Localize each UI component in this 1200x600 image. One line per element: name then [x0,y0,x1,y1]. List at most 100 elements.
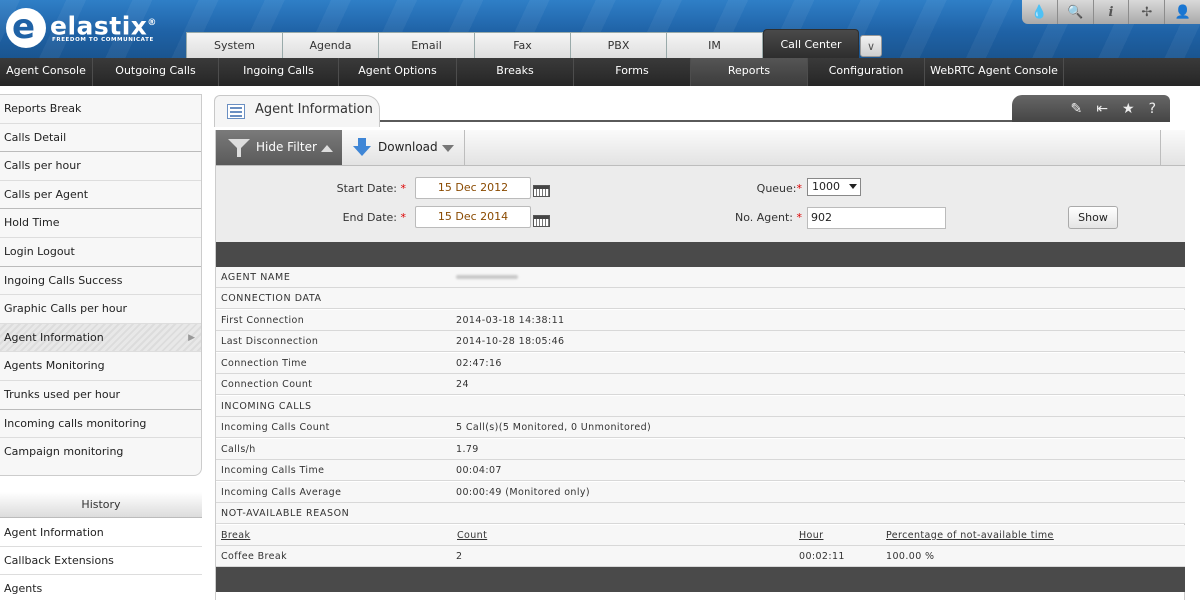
section-title: INCOMING CALLS [221,400,312,412]
row-value: 00:00:49 (Monitored only) [456,486,590,498]
column-header-percentage[interactable]: Percentage of not-available time [886,530,1054,541]
panel-title-tab: Agent Information [214,95,380,127]
agent-name-redacted [456,275,518,279]
agent-label: No. Agent: * [734,211,802,224]
edit-icon[interactable]: ✎ [1071,101,1083,117]
hide-filter-label: Hide Filter [256,140,317,154]
agent-input[interactable]: 902 [807,207,946,229]
sidebar-item-trunks-used-per-hour[interactable]: Trunks used per hour [0,380,201,410]
queue-label: Queue:* [756,182,802,195]
history-list: Agent Information Callback Extensions Ag… [0,519,202,600]
sidebar-item-login-logout[interactable]: Login Logout [0,237,201,267]
table-row: Incoming Calls Average 00:00:49 (Monitor… [216,481,1185,503]
report-toolbar: Hide Filter Download [216,130,1185,166]
download-icon [353,138,371,156]
queue-select-value: 1000 [812,180,840,193]
tab-im[interactable]: IM [666,32,763,58]
table-row: Connection Count 24 [216,374,1185,396]
sidebar-item-incoming-calls-monitoring[interactable]: Incoming calls monitoring [0,409,201,439]
break-table-header: Break Count Hour Percentage of not-avail… [216,524,1185,546]
section-incoming-calls: INCOMING CALLS [216,395,1185,417]
tab-email[interactable]: Email [378,32,475,58]
table-row: Incoming Calls Count 5 Call(s)(5 Monitor… [216,417,1185,439]
section-not-available-reason: NOT-AVAILABLE REASON [216,503,1185,525]
caret-down-icon [442,145,454,152]
row-label: Calls/h [221,443,256,455]
row-value: 02:47:16 [456,357,502,369]
elastix-logo[interactable]: e elastix® FREEDOM TO COMMUNICATE [6,6,166,54]
row-value: 5 Call(s)(5 Monitored, 0 Unmonitored) [456,422,652,433]
history-item-agents[interactable]: Agents [0,575,202,600]
calendar-icon[interactable] [533,215,550,227]
section-title: NOT-AVAILABLE REASON [221,508,350,519]
sidebar-item-graphic-calls-per-hour[interactable]: Graphic Calls per hour [0,295,201,324]
module-navbar: Agent Console Outgoing Calls Ingoing Cal… [0,58,1200,86]
tab-agenda[interactable]: Agenda [282,32,379,58]
nav-agent-console[interactable]: Agent Console [0,58,93,86]
drop-icon[interactable]: 💧 [1022,0,1057,24]
tab-system[interactable]: System [186,32,283,58]
sidebar-item-calls-per-agent[interactable]: Calls per Agent [0,180,201,210]
tab-fax[interactable]: Fax [474,32,571,58]
sidebar-item-campaign-monitoring[interactable]: Campaign monitoring [0,438,201,467]
logo-tagline: FREEDOM TO COMMUNICATE [52,37,154,43]
section-connection-data: CONNECTION DATA [216,288,1185,310]
sidebar-item-calls-per-hour[interactable]: Calls per hour [0,152,201,181]
download-button[interactable]: Download [343,130,465,165]
table-row: Last Disconnection 2014-10-28 18:05:46 [216,331,1185,353]
nav-reports[interactable]: Reports [691,58,808,86]
nav-webrtc-agent-console[interactable]: WebRTC Agent Console [925,58,1064,86]
tab-call-center[interactable]: Call Center [763,29,859,58]
sidebar-item-reports-break[interactable]: Reports Break [0,95,201,124]
history-item-agent-information[interactable]: Agent Information [0,519,202,547]
agent-name-row: AGENT NAME [216,267,1185,289]
more-tabs-button[interactable]: ∨ [860,35,882,57]
row-value: 00:04:07 [456,465,502,476]
star-icon[interactable]: ★ [1122,101,1135,117]
info-icon[interactable]: i [1092,0,1129,24]
show-button[interactable]: Show [1068,206,1118,229]
break-percentage: 100.00 % [886,551,935,562]
reports-sidebar: Reports Break Calls Detail Calls per hou… [0,94,202,476]
tab-pbx[interactable]: PBX [570,32,667,58]
puzzle-icon[interactable]: ✢ [1128,0,1164,24]
hide-filter-button[interactable]: Hide Filter [216,130,342,165]
user-icon[interactable]: 👤 [1164,0,1200,24]
top-icon-bar: 💧 🔍 i ✢ 👤 [1022,0,1200,24]
start-date-input[interactable]: 15 Dec 2012 [415,177,531,199]
chevron-down-icon: ∨ [866,39,876,53]
column-header-break[interactable]: Break [221,530,250,541]
module-tabs: System Agenda Email Fax PBX IM Call Cent… [186,29,882,58]
break-count: 2 [456,551,463,562]
sidebar-item-agents-monitoring[interactable]: Agents Monitoring [0,352,201,381]
calendar-icon[interactable] [533,185,550,197]
nav-forms[interactable]: Forms [574,58,691,86]
sidebar-item-agent-information[interactable]: Agent Information ▶ [0,323,201,353]
row-value: 2014-10-28 18:05:46 [456,336,565,347]
app-header: e elastix® FREEDOM TO COMMUNICATE System… [0,0,1200,58]
row-value: 2014-03-18 14:38:11 [456,314,565,326]
nav-ingoing-calls[interactable]: Ingoing Calls [219,58,339,86]
sidebar-item-hold-time[interactable]: Hold Time [0,209,201,238]
report-footer-bar [216,567,1185,592]
history-item-callback-extensions[interactable]: Callback Extensions [0,547,202,575]
help-icon[interactable]: ? [1149,101,1156,117]
list-icon [227,104,245,119]
search-icon[interactable]: 🔍 [1056,0,1093,24]
chevron-right-icon: ▶ [188,332,195,343]
nav-outgoing-calls[interactable]: Outgoing Calls [93,58,219,86]
row-label: Connection Count [221,379,313,390]
nav-agent-options[interactable]: Agent Options [339,58,457,86]
dropdown-arrow-icon [849,184,857,189]
column-header-count[interactable]: Count [457,530,487,541]
end-date-input[interactable]: 15 Dec 2014 [415,206,531,228]
row-label: Last Disconnection [221,336,319,347]
nav-configuration[interactable]: Configuration [808,58,925,86]
collapse-icon[interactable]: ⇤ [1096,101,1108,117]
row-label: Incoming Calls Count [221,422,330,433]
nav-breaks[interactable]: Breaks [457,58,574,86]
queue-select[interactable]: 1000 [807,178,861,196]
column-header-hour[interactable]: Hour [799,530,823,541]
sidebar-item-calls-detail[interactable]: Calls Detail [0,123,201,153]
sidebar-item-ingoing-calls-success[interactable]: Ingoing Calls Success [0,266,201,296]
